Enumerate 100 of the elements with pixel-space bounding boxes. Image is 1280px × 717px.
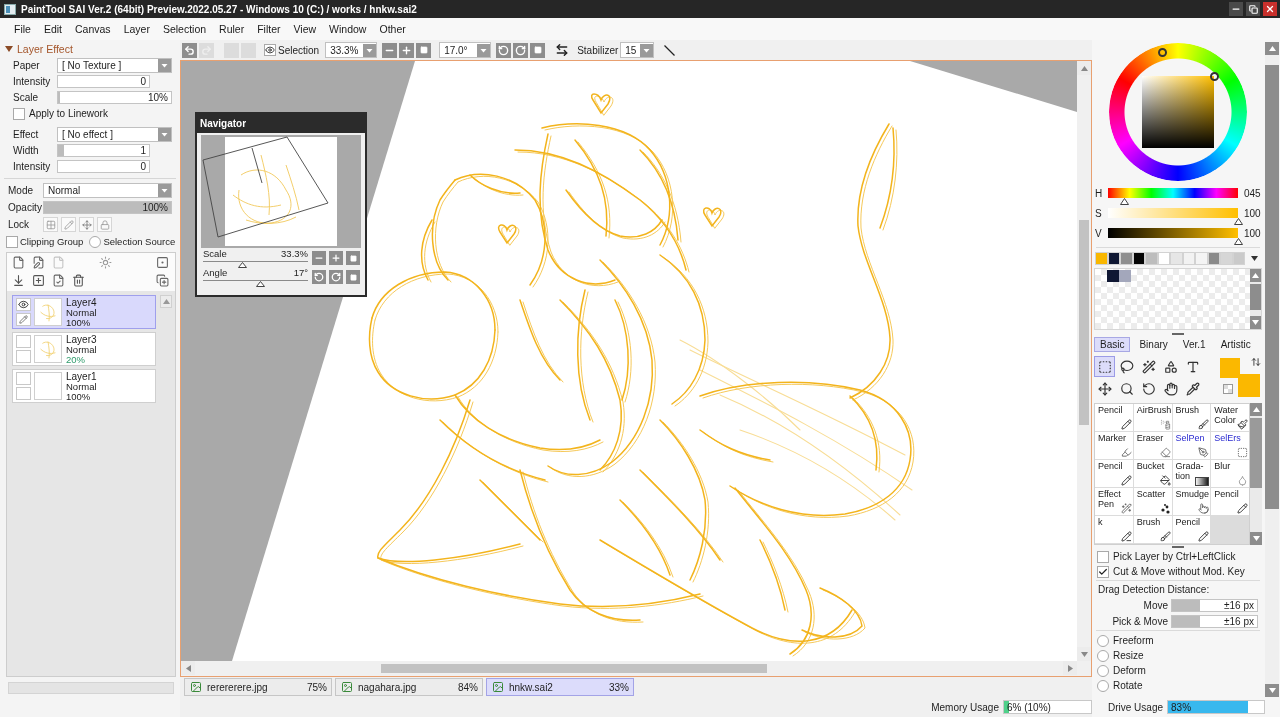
radio-button[interactable] <box>1097 679 1109 692</box>
slider-field[interactable]: ±16 px <box>1171 599 1258 612</box>
swap-arrows-icon[interactable] <box>1251 357 1261 367</box>
layer-item[interactable]: Layer4 Normal 100% <box>12 295 156 329</box>
dropdown-field[interactable]: [ No Texture ] <box>57 58 172 73</box>
brush-slot[interactable]: Pencil <box>1172 516 1211 543</box>
restore-button[interactable] <box>1246 2 1260 16</box>
scroll-down-button[interactable] <box>1077 647 1091 661</box>
brush-slot[interactable]: Scatter <box>1133 488 1172 515</box>
rotate-left-button[interactable] <box>312 270 326 284</box>
color-swatch[interactable] <box>1107 270 1119 282</box>
scroll-down-button[interactable] <box>1250 316 1261 329</box>
tool-tab[interactable]: Ver.1 <box>1176 337 1212 352</box>
checkbox[interactable] <box>13 107 25 120</box>
slider-track[interactable] <box>203 260 308 268</box>
scrollbar-thumb[interactable] <box>1265 65 1279 509</box>
menu-item[interactable]: Other <box>377 23 408 35</box>
scroll-up-button[interactable] <box>160 295 172 308</box>
scrollbar-thumb[interactable] <box>1079 220 1089 425</box>
visibility-toggle[interactable] <box>16 298 31 311</box>
brush-slot[interactable]: Eraser <box>1133 432 1172 459</box>
close-button[interactable] <box>1263 2 1277 16</box>
brush-slot[interactable]: Effect Pen <box>1095 488 1133 515</box>
zoom-dropdown[interactable]: 33.3% <box>325 42 378 58</box>
menu-item[interactable]: Ruler <box>217 23 247 35</box>
scroll-up-button[interactable] <box>1250 269 1261 282</box>
brush-slot[interactable]: Blur <box>1211 460 1249 487</box>
brush-slot[interactable]: SelErs <box>1211 432 1249 459</box>
visibility-toggle[interactable] <box>16 335 31 348</box>
brush-slot[interactable]: Grada- tion <box>1172 460 1211 487</box>
checker-square-icon[interactable] <box>1223 384 1233 394</box>
scroll-up-button[interactable] <box>1265 42 1279 55</box>
edit-toggle[interactable] <box>16 387 31 400</box>
page-pen-icon[interactable] <box>32 255 45 269</box>
lock-toggle[interactable] <box>79 217 94 232</box>
radio-button[interactable] <box>1097 664 1109 677</box>
lock-toggle[interactable] <box>43 217 58 232</box>
line-icon[interactable] <box>664 44 676 56</box>
slider-field[interactable]: 1 <box>57 144 150 157</box>
brush-slot[interactable]: Pencil <box>1211 488 1249 515</box>
scroll-down-button[interactable] <box>1250 532 1262 545</box>
menu-item[interactable]: Canvas <box>73 23 113 35</box>
file-tab[interactable]: hnkw.sai2 33% <box>486 678 634 696</box>
checkbox[interactable] <box>6 235 18 248</box>
layer-item[interactable]: Layer1 Normal 100% <box>12 369 156 403</box>
file-tab[interactable]: rerererere.jpg 75% <box>184 678 332 696</box>
rotate-left-button[interactable] <box>496 42 512 58</box>
zoom-out-button[interactable] <box>382 42 398 58</box>
page-check-icon[interactable] <box>52 273 65 287</box>
zoom-reset-button[interactable] <box>416 42 432 58</box>
zoom-in-button[interactable] <box>329 251 343 265</box>
color-swatch[interactable] <box>1220 252 1233 265</box>
slider-thumb[interactable] <box>1233 238 1243 245</box>
brush-slot[interactable]: Water Color <box>1211 404 1249 431</box>
slider-thumb[interactable] <box>256 280 266 287</box>
ring-marker-icon[interactable] <box>1157 48 1167 58</box>
menu-item[interactable]: View <box>291 23 319 35</box>
ring-marker-icon[interactable] <box>1209 71 1219 81</box>
angle-reset-button[interactable] <box>530 42 546 58</box>
page-icon[interactable] <box>12 255 25 269</box>
plus-square-icon[interactable] <box>32 273 45 287</box>
brush-slot[interactable]: k <box>1095 516 1133 543</box>
dotted-square-icon[interactable] <box>156 255 169 269</box>
color-swatch[interactable] <box>1120 252 1133 265</box>
color-swatch[interactable] <box>1095 252 1108 265</box>
slider-field[interactable]: ±16 px <box>1171 615 1258 628</box>
brush-slot[interactable]: Pencil <box>1095 404 1133 431</box>
toolbar-button[interactable] <box>182 42 197 58</box>
visibility-toggle[interactable] <box>16 372 31 385</box>
brush-slot[interactable]: Smudge <box>1172 488 1211 515</box>
scrollbar-thumb[interactable] <box>1250 284 1261 310</box>
brush-slot[interactable]: Marker <box>1095 432 1133 459</box>
brush-slot[interactable]: Pencil <box>1095 460 1133 487</box>
color-swatch[interactable] <box>1195 252 1208 265</box>
tool-tab[interactable]: Artistic <box>1214 337 1257 352</box>
number-field[interactable]: 0 <box>57 160 150 173</box>
slider-thumb[interactable] <box>238 261 248 268</box>
navigator-preview-drawing[interactable] <box>201 135 361 248</box>
layer-item[interactable]: Layer3 Normal 20% <box>12 332 156 366</box>
scrollbar-thumb[interactable] <box>381 664 767 673</box>
scroll-left-button[interactable] <box>181 661 195 675</box>
menu-item[interactable]: Window <box>327 23 369 35</box>
rotate-right-button[interactable] <box>329 270 343 284</box>
copy-plus-icon[interactable] <box>156 273 169 287</box>
menu-item[interactable]: Layer <box>121 23 152 35</box>
minimize-button[interactable] <box>1229 2 1243 16</box>
dropdown-field[interactable]: Normal <box>43 183 172 198</box>
scrollbar-thumb[interactable] <box>1250 418 1262 488</box>
brush-slot[interactable]: SelPen <box>1172 432 1211 459</box>
slider-field[interactable]: 10% <box>57 91 172 104</box>
tool-tab[interactable]: Basic <box>1094 337 1131 352</box>
edit-toggle[interactable] <box>16 313 31 326</box>
slider-thumb[interactable] <box>1119 198 1129 205</box>
scroll-right-button[interactable] <box>1063 661 1077 675</box>
slider-field[interactable]: 100% <box>43 201 172 214</box>
brush-slot[interactable]: Bucket <box>1133 460 1172 487</box>
lock-toggle[interactable] <box>61 217 76 232</box>
secondary-color-swatch[interactable] <box>1238 374 1260 397</box>
slider-thumb[interactable] <box>1233 218 1243 225</box>
trash-icon[interactable] <box>72 273 85 287</box>
